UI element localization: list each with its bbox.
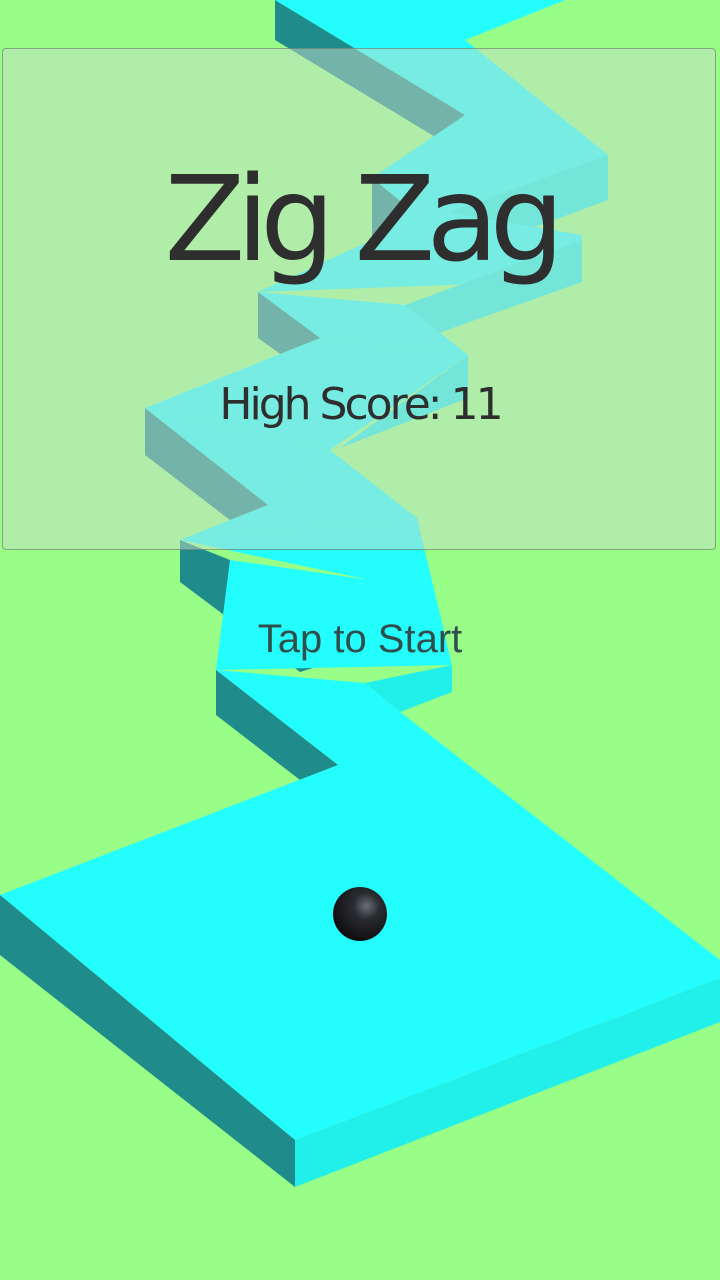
high-score-label: High Score: 11 <box>219 379 503 430</box>
player-ball <box>333 887 387 941</box>
title-panel <box>2 48 716 550</box>
game-screen[interactable]: Zig Zag High Score: 11 Tap to Start <box>0 0 720 1280</box>
tap-to-start-prompt[interactable]: Tap to Start <box>0 619 720 659</box>
game-title: Zig Zag <box>164 150 564 288</box>
